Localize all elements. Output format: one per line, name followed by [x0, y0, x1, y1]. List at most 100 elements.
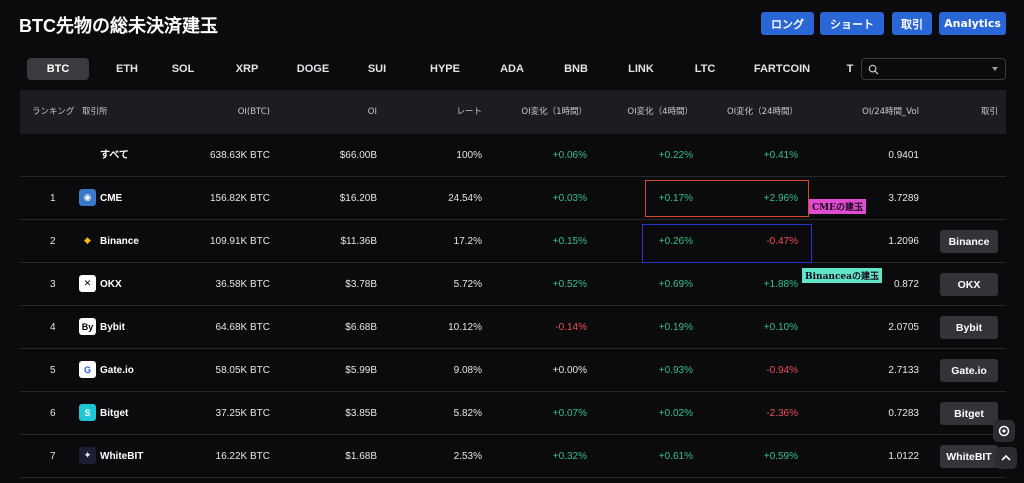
- col-oi-24h[interactable]: OI変化（24時間）: [698, 90, 798, 134]
- table-row[interactable]: 6 S Bitget 37.25K BTC $3.85B 5.82% +0.07% +0.02…: [20, 392, 1006, 435]
- col-exchange[interactable]: 取引所: [82, 90, 108, 134]
- scroll-top-button[interactable]: [995, 447, 1017, 469]
- search-input[interactable]: [861, 58, 1006, 80]
- long-button[interactable]: ロング: [761, 12, 814, 35]
- settings-fab[interactable]: [993, 420, 1015, 442]
- tab-sol[interactable]: SOL: [165, 58, 201, 80]
- cell-oi-vol: 0.7283: [888, 408, 919, 419]
- cell-oi-4h: +0.61%: [658, 451, 693, 462]
- cell-oi-1h: +0.32%: [552, 451, 587, 462]
- cell-oi: $5.99B: [345, 365, 377, 376]
- search-icon: [868, 64, 879, 75]
- col-oi-btc[interactable]: OI(BTC): [190, 90, 270, 134]
- exchange-logo-icon: G: [79, 361, 96, 378]
- exchange-logo-icon: ◆: [79, 232, 96, 249]
- exchange-name[interactable]: Bitget: [100, 392, 128, 435]
- cell-rank: 4: [50, 322, 56, 333]
- tab-t[interactable]: T: [844, 58, 854, 80]
- cell-oi-btc: 156.82K BTC: [209, 193, 270, 204]
- table-row[interactable]: 7 ✦ WhiteBIT 16.22K BTC $1.68B 2.53% +0.32% +0.…: [20, 435, 1006, 478]
- tab-btc[interactable]: BTC: [27, 58, 89, 80]
- exchange-name[interactable]: OKX: [100, 263, 122, 306]
- trade-exchange-button[interactable]: Gate.io: [940, 359, 998, 382]
- exchange-name[interactable]: WhiteBIT: [100, 435, 143, 478]
- cell-oi-1h: +0.07%: [552, 408, 587, 419]
- cell-oi-1h: +0.03%: [552, 193, 587, 204]
- cell-oi-btc: 109.91K BTC: [209, 236, 270, 247]
- cell-rate: 5.72%: [453, 279, 482, 290]
- cell-oi: $11.36B: [340, 236, 377, 247]
- chevron-down-icon[interactable]: [992, 67, 998, 71]
- cell-oi-24h: +0.10%: [763, 322, 798, 333]
- col-oi-vol[interactable]: OI/24時間_Vol: [819, 90, 919, 134]
- col-rate[interactable]: レート: [402, 90, 482, 134]
- cell-oi-vol: 2.7133: [888, 365, 919, 376]
- col-oi-1h[interactable]: OI変化（1時間）: [487, 90, 587, 134]
- exchange-name[interactable]: Gate.io: [100, 349, 134, 392]
- tab-bnb[interactable]: BNB: [556, 58, 596, 80]
- cell-oi-btc: 36.58K BTC: [215, 279, 270, 290]
- trade-exchange-button[interactable]: OKX: [940, 273, 998, 296]
- exchange-logo-icon: ✦: [79, 447, 96, 464]
- cell-rate: 100%: [456, 150, 482, 161]
- trade-button[interactable]: 取引: [892, 12, 932, 35]
- cell-oi-btc: 64.68K BTC: [215, 322, 270, 333]
- tab-ada[interactable]: ADA: [492, 58, 532, 80]
- tab-ltc[interactable]: LTC: [686, 58, 724, 80]
- trade-exchange-button[interactable]: Bybit: [940, 316, 998, 339]
- cell-rank: 2: [50, 236, 56, 247]
- cell-oi: $1.68B: [345, 451, 377, 462]
- exchange-name[interactable]: CME: [100, 177, 122, 220]
- cell-oi-btc: 58.05K BTC: [215, 365, 270, 376]
- cell-oi-vol: 2.0705: [888, 322, 919, 333]
- cme-highlight-box: [645, 180, 809, 217]
- binance-annotation-label: Binanceaの建玉: [802, 268, 882, 283]
- cell-oi-4h: +0.19%: [658, 322, 693, 333]
- exchange-name[interactable]: Binance: [100, 220, 139, 263]
- cell-oi-btc: 638.63K BTC: [209, 150, 270, 161]
- cell-oi-24h: +1.88%: [763, 279, 798, 290]
- table-row[interactable]: 5 G Gate.io 58.05K BTC $5.99B 9.08% +0.00% +0.9…: [20, 349, 1006, 392]
- exchange-logo-icon: ✕: [79, 275, 96, 292]
- cell-oi-4h: +0.69%: [658, 279, 693, 290]
- cell-oi-4h: +0.02%: [658, 408, 693, 419]
- cell-oi-24h: -0.94%: [766, 365, 798, 376]
- cell-rank: 5: [50, 365, 56, 376]
- cell-oi-1h: +0.52%: [552, 279, 587, 290]
- tab-link[interactable]: LINK: [619, 58, 663, 80]
- exchange-logo-icon: By: [79, 318, 96, 335]
- cell-oi-24h: +0.41%: [763, 150, 798, 161]
- table-row[interactable]: 4 By Bybit 64.68K BTC $6.68B 10.12% -0.14% +0.1…: [20, 306, 1006, 349]
- table-row-all[interactable]: すべて 638.63K BTC $66.00B 100% +0.06% +0.2…: [20, 134, 1006, 177]
- trade-exchange-button[interactable]: Bitget: [940, 402, 998, 425]
- cell-oi: $3.85B: [345, 408, 377, 419]
- cell-oi-btc: 16.22K BTC: [215, 451, 270, 462]
- col-trade: 取引: [980, 107, 998, 117]
- col-oi[interactable]: OI: [297, 90, 377, 134]
- chevron-up-icon: [1001, 454, 1011, 461]
- exchange-logo-icon: ◉: [79, 189, 96, 206]
- cell-oi-1h: +0.00%: [552, 365, 587, 376]
- cell-rate: 24.54%: [448, 193, 482, 204]
- tab-eth[interactable]: ETH: [105, 58, 149, 80]
- cell-oi-4h: +0.22%: [658, 150, 693, 161]
- cell-rate: 10.12%: [448, 322, 482, 333]
- cell-rate: 2.53%: [453, 451, 482, 462]
- cell-rank: 1: [50, 193, 56, 204]
- trade-exchange-button[interactable]: Binance: [940, 230, 998, 253]
- exchange-name[interactable]: Bybit: [100, 306, 125, 349]
- cell-oi-1h: +0.06%: [552, 150, 587, 161]
- short-button[interactable]: ショート: [820, 12, 884, 35]
- tab-sui[interactable]: SUI: [359, 58, 395, 80]
- trade-exchange-button[interactable]: WhiteBIT: [940, 445, 998, 468]
- tab-hype[interactable]: HYPE: [417, 58, 473, 80]
- tab-fartcoin[interactable]: FARTCOIN: [744, 58, 820, 80]
- analytics-button[interactable]: Analytics: [939, 12, 1006, 35]
- col-rank[interactable]: ランキング: [32, 90, 74, 134]
- tab-xrp[interactable]: XRP: [227, 58, 267, 80]
- cell-oi-vol: 0.9401: [888, 150, 919, 161]
- col-oi-4h[interactable]: OI変化（4時間）: [593, 90, 693, 134]
- table-row[interactable]: 2 ◆ Binance 109.91K BTC $11.36B 17.2% +0.15% +0…: [20, 220, 1006, 263]
- cell-oi-4h: +0.93%: [658, 365, 693, 376]
- tab-doge[interactable]: DOGE: [288, 58, 338, 80]
